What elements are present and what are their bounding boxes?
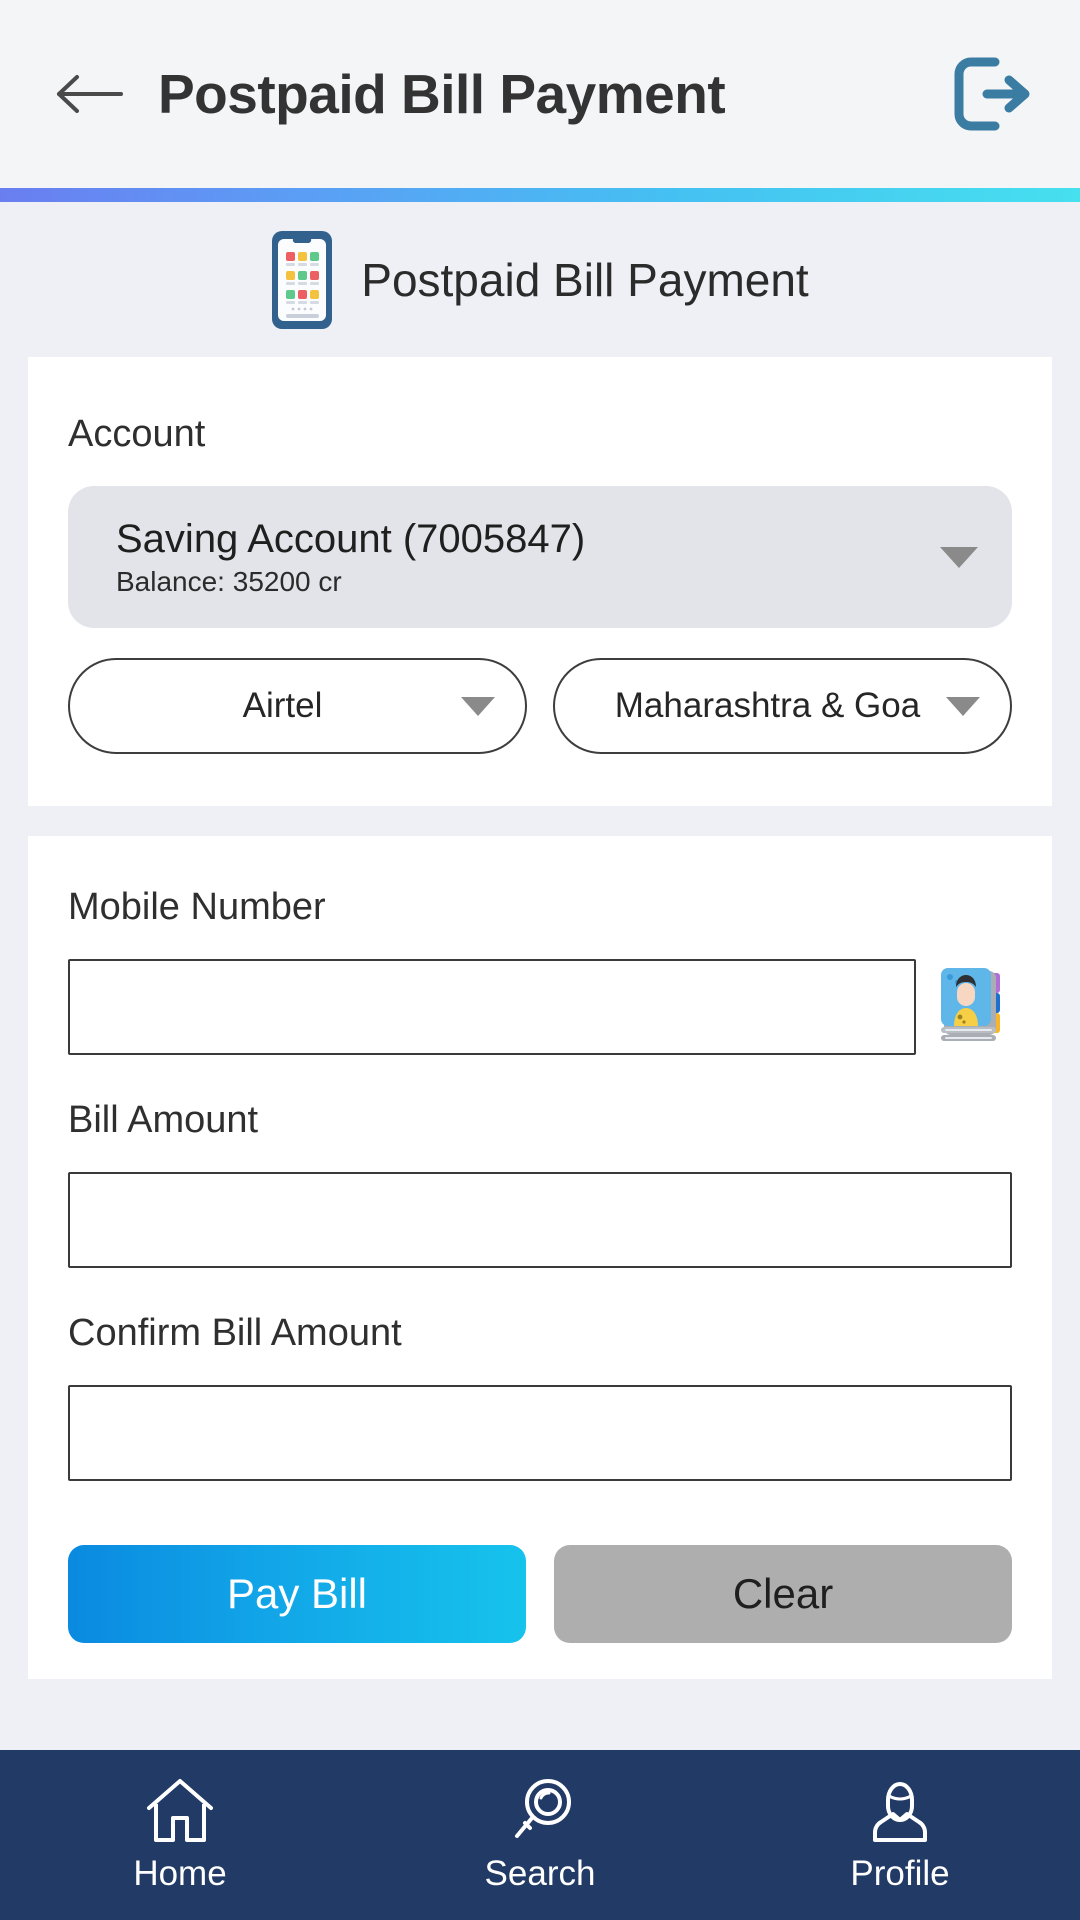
chevron-down-icon (940, 546, 978, 568)
gradient-divider (0, 188, 1080, 202)
profile-icon (873, 1782, 927, 1842)
hero-header: Postpaid Bill Payment (0, 202, 1080, 357)
contact-picker-button[interactable] (934, 964, 1012, 1050)
nav-item-home[interactable]: Home (0, 1776, 360, 1894)
account-card: Account Saving Account (7005847) Balance… (28, 357, 1052, 806)
account-balance: Balance: 35200 cr (116, 565, 342, 597)
form-actions: Pay Bill Clear (68, 1545, 1012, 1643)
logout-icon (954, 57, 1030, 131)
bill-amount-label: Bill Amount (68, 1099, 259, 1141)
nav-label-profile: Profile (850, 1854, 950, 1893)
account-select[interactable]: Saving Account (7005847) Balance: 35200 … (68, 486, 1012, 628)
hero-title: Postpaid Bill Payment (361, 253, 809, 306)
home-icon (147, 1779, 213, 1842)
arrow-left-icon (57, 75, 123, 113)
mobile-number-input[interactable] (68, 959, 916, 1055)
search-icon (515, 1779, 571, 1838)
nav-item-profile[interactable]: Profile (720, 1776, 1080, 1894)
account-label: Account (68, 413, 206, 455)
back-button[interactable] (50, 54, 130, 134)
page-title: Postpaid Bill Payment (158, 63, 726, 125)
account-select-text: Saving Account (7005847) Balance: 35200 … (116, 516, 940, 597)
confirm-bill-amount-input[interactable] (68, 1385, 1012, 1481)
mobile-number-label: Mobile Number (68, 886, 326, 928)
account-name: Saving Account (7005847) (116, 517, 586, 562)
nav-label-search: Search (484, 1854, 596, 1893)
smartphone-icon (272, 230, 333, 329)
nav-item-search[interactable]: Search (360, 1776, 720, 1894)
contact-book-icon (941, 968, 1000, 1041)
chevron-down-icon (946, 696, 980, 716)
operator-circle-row: Airtel Maharashtra & Goa (68, 658, 1012, 754)
pay-bill-button[interactable]: Pay Bill (68, 1545, 526, 1643)
logout-button[interactable] (944, 46, 1040, 142)
nav-label-home: Home (133, 1854, 227, 1893)
payment-form-card: Mobile Number Bill Amount Confirm Bill A… (28, 836, 1052, 1679)
mobile-number-row (68, 959, 1012, 1055)
chevron-down-icon (461, 696, 495, 716)
operator-value: Airtel (242, 686, 323, 725)
operator-select[interactable]: Airtel (68, 658, 527, 754)
circle-select[interactable]: Maharashtra & Goa (553, 658, 1012, 754)
circle-value: Maharashtra & Goa (614, 686, 921, 725)
confirm-bill-amount-label: Confirm Bill Amount (68, 1312, 402, 1354)
bottom-navigation: Home Search Profile (0, 1750, 1080, 1920)
app-bar: Postpaid Bill Payment (0, 0, 1080, 188)
clear-button[interactable]: Clear (554, 1545, 1012, 1643)
bill-amount-input[interactable] (68, 1172, 1012, 1268)
